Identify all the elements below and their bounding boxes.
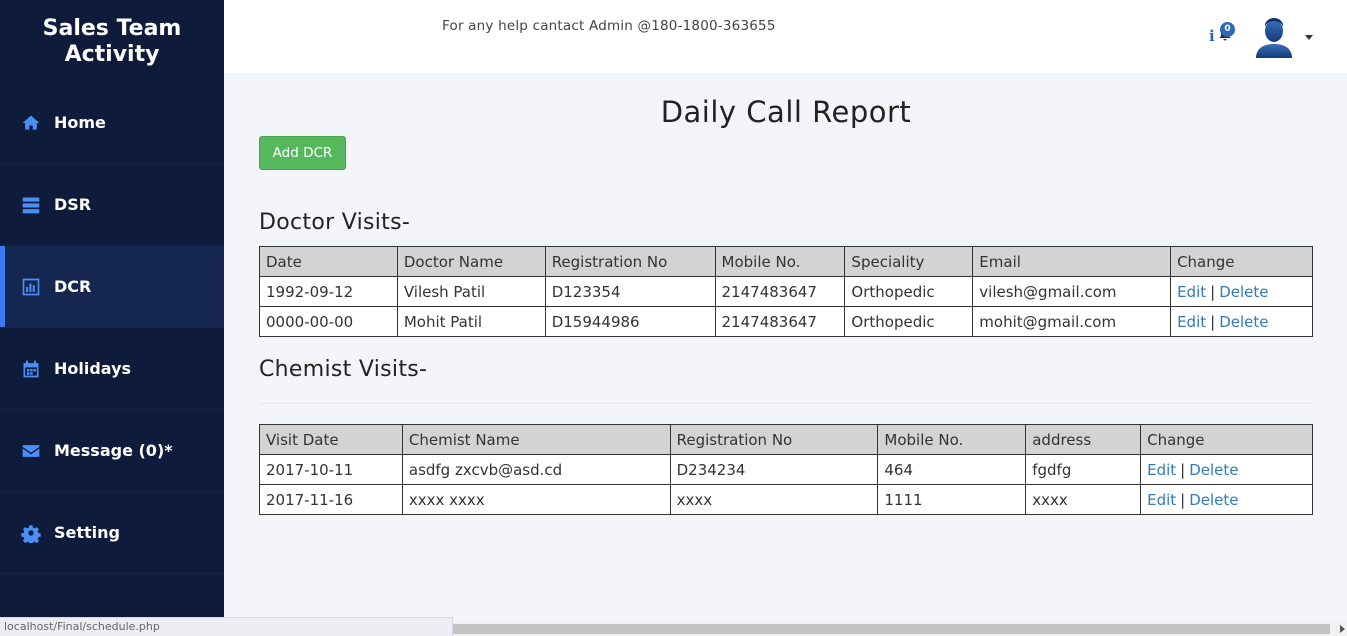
sidebar-item-holidays[interactable]: Holidays <box>0 328 224 410</box>
home-icon <box>20 113 42 133</box>
sidebar-item-dsr[interactable]: DSR <box>0 164 224 246</box>
page-title: Daily Call Report <box>660 95 912 129</box>
table-cell: D234234 <box>669 454 879 485</box>
table-cell: xxxx <box>669 484 879 515</box>
chemist-visits-table: Visit Date Chemist Name Registration No … <box>259 424 1313 515</box>
sidebar-item-label: Home <box>54 113 106 132</box>
table-cell: 2017-11-16 <box>259 484 403 515</box>
column-header: Registration No <box>669 424 879 455</box>
edit-link[interactable]: Edit <box>1177 313 1206 331</box>
gear-icon <box>20 523 42 543</box>
avatar[interactable] <box>1252 14 1296 58</box>
sidebar-item-dcr[interactable]: DCR <box>0 246 224 328</box>
sidebar-item-label: Setting <box>54 523 120 542</box>
envelope-icon <box>20 441 42 461</box>
change-cell: Edit | Delete <box>1140 454 1313 485</box>
scroll-right-icon[interactable] <box>1340 625 1345 633</box>
column-header: Chemist Name <box>401 424 671 455</box>
status-url: localhost/Final/schedule.php <box>0 617 453 636</box>
sidebar-item-setting[interactable]: Setting <box>0 492 224 574</box>
column-header: Registration No <box>544 246 716 277</box>
table-cell: vilesh@gmail.com <box>972 276 1172 307</box>
delete-link[interactable]: Delete <box>1189 461 1238 479</box>
calendar-icon <box>20 359 42 379</box>
table-cell: 1111 <box>877 484 1027 515</box>
scrollbar-thumb[interactable] <box>453 624 1330 634</box>
table-cell: 1992-09-12 <box>259 276 398 307</box>
main-content: Daily Call Report Add DCR Doctor Visits-… <box>259 73 1313 515</box>
column-header: Email <box>972 246 1172 277</box>
delete-link[interactable]: Delete <box>1189 491 1238 509</box>
table-cell: xxxx <box>1025 484 1142 515</box>
change-cell: Edit | Delete <box>1170 276 1313 307</box>
column-header: Change <box>1140 424 1313 455</box>
table-cell: D15944986 <box>544 306 716 337</box>
column-header: Visit Date <box>259 424 403 455</box>
table-cell: 2017-10-11 <box>259 454 403 485</box>
column-header: Mobile No. <box>714 246 846 277</box>
server-icon <box>20 195 42 215</box>
doctor-visits-table: Date Doctor Name Registration No Mobile … <box>259 246 1313 337</box>
table-header-row: Visit Date Chemist Name Registration No … <box>259 424 1313 455</box>
separator: | <box>1180 460 1186 479</box>
table-cell: fgdfg <box>1025 454 1142 485</box>
brand-title: Sales Team Activity <box>42 16 182 67</box>
delete-link[interactable]: Delete <box>1219 313 1268 331</box>
table-cell: 2147483647 <box>714 276 846 307</box>
sidebar-item-label: Message (0)* <box>54 441 173 460</box>
table-cell: 464 <box>877 454 1027 485</box>
table-cell: 2147483647 <box>714 306 846 337</box>
table-cell: Orthopedic <box>844 276 974 307</box>
divider <box>259 403 1313 404</box>
chemist-visits-title: Chemist Visits- <box>259 357 428 382</box>
sidebar: Sales Team Activity Home DSR DCR Holiday… <box>0 0 224 622</box>
column-header: Mobile No. <box>877 424 1027 455</box>
table-cell: D123354 <box>544 276 716 307</box>
change-cell: Edit | Delete <box>1140 484 1313 515</box>
bar-chart-icon <box>20 277 42 297</box>
help-text: For any help cantact Admin @180-1800-363… <box>442 18 776 34</box>
edit-link[interactable]: Edit <box>1147 461 1176 479</box>
table-cell: xxxx xxxx <box>401 484 671 515</box>
notification-badge: 0 <box>1220 22 1235 37</box>
sidebar-item-message[interactable]: Message (0)* <box>0 410 224 492</box>
add-dcr-button[interactable]: Add DCR <box>259 136 346 170</box>
table-cell: asdfg zxcvb@asd.cd <box>401 454 671 485</box>
table-cell: 0000-00-00 <box>259 306 398 337</box>
topbar: For any help cantact Admin @180-1800-363… <box>224 0 1347 73</box>
column-header: Date <box>259 246 398 277</box>
separator: | <box>1210 282 1216 301</box>
horizontal-scrollbar[interactable] <box>453 622 1347 636</box>
edit-link[interactable]: Edit <box>1147 491 1176 509</box>
delete-link[interactable]: Delete <box>1219 283 1268 301</box>
change-cell: Edit | Delete <box>1170 306 1313 337</box>
table-cell: mohit@gmail.com <box>972 306 1172 337</box>
notification-button[interactable]: i 0 <box>1209 22 1239 48</box>
column-header: Change <box>1170 246 1313 277</box>
sidebar-item-home[interactable]: Home <box>0 82 224 164</box>
separator: | <box>1210 312 1216 331</box>
sidebar-item-label: Holidays <box>54 359 132 378</box>
table-header-row: Date Doctor Name Registration No Mobile … <box>259 246 1313 277</box>
sidebar-item-label: DCR <box>54 277 92 296</box>
table-row: 2017-10-11 asdfg zxcvb@asd.cd D234234 46… <box>259 454 1313 485</box>
separator: | <box>1180 490 1186 509</box>
edit-link[interactable]: Edit <box>1177 283 1206 301</box>
column-header: address <box>1025 424 1142 455</box>
table-cell: Orthopedic <box>844 306 974 337</box>
chevron-down-icon[interactable] <box>1305 35 1313 40</box>
table-cell: Vilesh Patil <box>396 276 546 307</box>
table-row: 1992-09-12 Vilesh Patil D123354 21474836… <box>259 276 1313 307</box>
table-cell: Mohit Patil <box>396 306 546 337</box>
column-header: Doctor Name <box>396 246 546 277</box>
sidebar-item-label: DSR <box>54 195 92 214</box>
info-icon: i <box>1209 27 1215 45</box>
table-row: 0000-00-00 Mohit Patil D15944986 2147483… <box>259 306 1313 337</box>
column-header: Speciality <box>844 246 974 277</box>
doctor-visits-title: Doctor Visits- <box>259 210 411 235</box>
table-row: 2017-11-16 xxxx xxxx xxxx 1111 xxxx Edit… <box>259 484 1313 515</box>
